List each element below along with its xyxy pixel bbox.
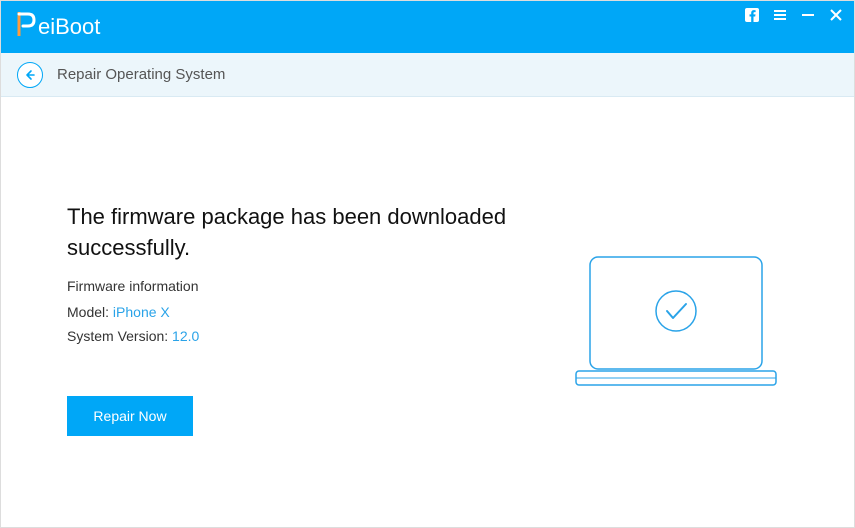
- model-label: Model:: [67, 304, 109, 320]
- window-controls: [744, 7, 844, 23]
- content-right: [547, 202, 804, 436]
- main-content: The firmware package has been downloaded…: [1, 97, 854, 436]
- app-logo: eiBoot: [15, 10, 100, 44]
- page-heading: The firmware package has been downloaded…: [67, 202, 507, 264]
- version-row: System Version: 12.0: [67, 328, 507, 344]
- laptop-check-icon: [566, 249, 786, 399]
- close-icon[interactable]: [828, 7, 844, 23]
- breadcrumb-title: Repair Operating System: [57, 66, 225, 83]
- model-value: iPhone X: [113, 304, 170, 320]
- minimize-icon[interactable]: [800, 7, 816, 23]
- facebook-icon[interactable]: [744, 7, 760, 23]
- content-left: The firmware package has been downloaded…: [67, 202, 507, 436]
- app-name: eiBoot: [38, 14, 100, 40]
- breadcrumb: Repair Operating System: [1, 53, 854, 97]
- version-label: System Version:: [67, 328, 168, 344]
- back-button[interactable]: [17, 62, 43, 88]
- menu-icon[interactable]: [772, 7, 788, 23]
- model-row: Model: iPhone X: [67, 304, 507, 320]
- repair-now-button[interactable]: Repair Now: [67, 396, 193, 436]
- logo-mark-icon: [15, 10, 37, 44]
- arrow-left-icon: [24, 69, 36, 81]
- firmware-info-label: Firmware information: [67, 278, 507, 294]
- titlebar: eiBoot: [1, 1, 854, 53]
- version-value: 12.0: [172, 328, 199, 344]
